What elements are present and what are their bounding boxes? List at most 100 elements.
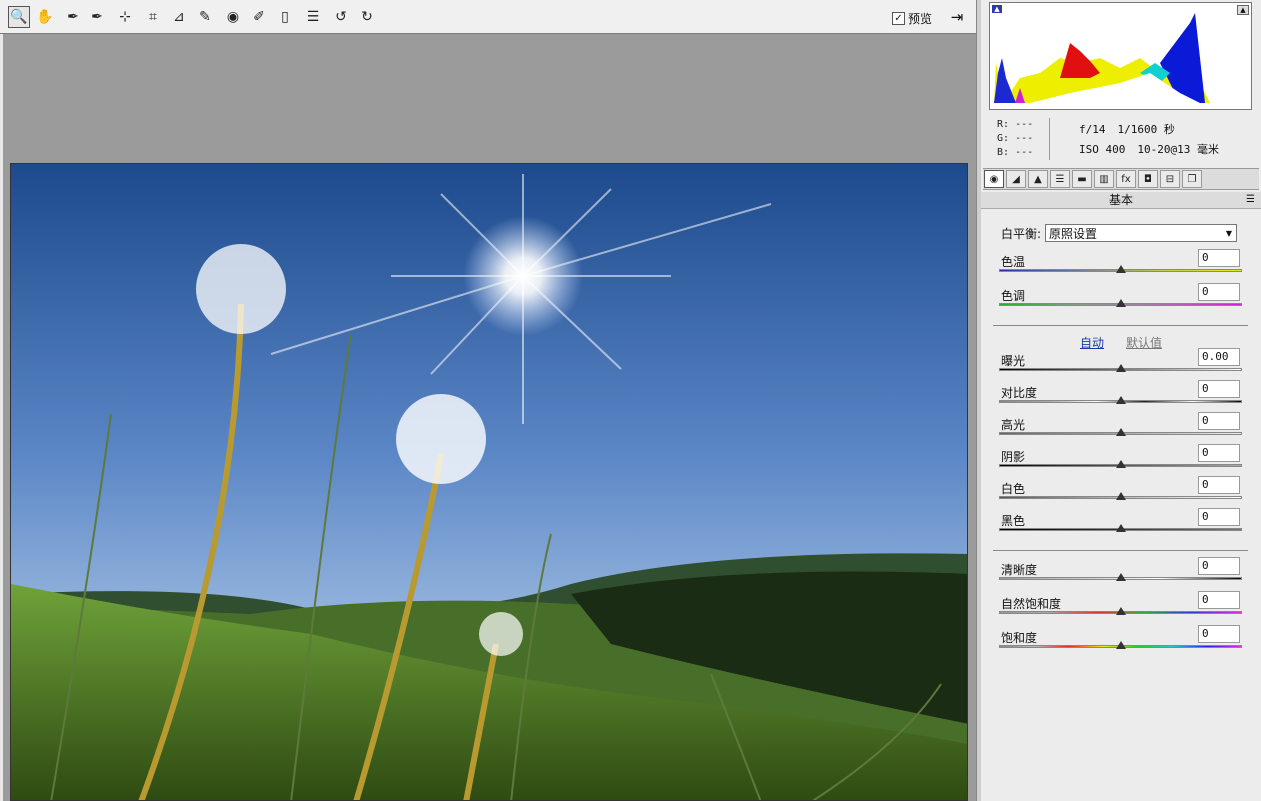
temperature-value-field[interactable]: 0	[1198, 249, 1240, 267]
preferences-icon: ☰	[306, 9, 320, 25]
whites-slider-thumb[interactable]	[1115, 492, 1126, 500]
saturation-label: 饱和度	[1001, 631, 1038, 645]
saturation-value-field[interactable]: 0	[1198, 625, 1240, 643]
panel-tab-7[interactable]: fx	[1116, 170, 1136, 188]
saturation-slider-thumb[interactable]	[1115, 641, 1126, 649]
hand-icon: ✋	[36, 9, 54, 25]
section-header: 基本 ☰	[981, 192, 1261, 209]
histogram: ▲ ▲	[989, 2, 1252, 110]
highlights-label: 高光	[1001, 418, 1026, 432]
whites-value-field[interactable]: 0	[1198, 476, 1240, 494]
straighten-tool[interactable]: ⊿	[168, 7, 190, 27]
exposure-label: 曝光	[1001, 354, 1026, 368]
targeted-adjustment-icon: ⊹	[119, 9, 131, 25]
temperature-slider-thumb[interactable]	[1115, 265, 1126, 273]
panel-tab-5[interactable]: ▬	[1072, 170, 1092, 188]
focal-length: 10-20@13 毫米	[1137, 143, 1219, 156]
shadows-label: 阴影	[1001, 450, 1026, 464]
highlights-value-field[interactable]: 0	[1198, 412, 1240, 430]
checkbox-box[interactable]: ✓	[892, 12, 905, 25]
vibrance-value-field[interactable]: 0	[1198, 591, 1240, 609]
spot-removal-icon: ✎	[199, 9, 211, 25]
tint-slider-thumb[interactable]	[1115, 299, 1126, 307]
meta-separator	[1049, 118, 1050, 160]
color-sampler-icon: ✒	[91, 9, 103, 25]
panel-tab-1[interactable]: ◉	[984, 170, 1004, 188]
histogram-graph	[994, 13, 1245, 103]
adjustments-panel: ▲ ▲ R: --- G: --- B: --- f/14 1/1600 秒 IS…	[981, 0, 1261, 801]
adjustment-brush-icon: ✐	[253, 9, 265, 25]
preferences-tool[interactable]: ☰	[302, 7, 324, 27]
section-title: 基本	[1108, 193, 1133, 207]
white-balance-label: 白平衡:	[1001, 226, 1042, 241]
graduated-filter-icon: ▯	[281, 9, 289, 25]
contrast-slider-thumb[interactable]	[1115, 396, 1126, 404]
shutter: 1/1600 秒	[1117, 123, 1175, 136]
vibrance-label: 自然饱和度	[1001, 597, 1062, 611]
vibrance-slider-thumb[interactable]	[1115, 607, 1126, 615]
toolbar: 🔍 ✋ ✒ ✒ ⊹ ⌗ ⊿ ✎ ◉ ✐ ▯ ☰ ↺ ↻	[0, 0, 976, 34]
panel-tab-6[interactable]: ▥	[1094, 170, 1114, 188]
exposure-value-field[interactable]: 0.00	[1198, 348, 1240, 366]
zoom-icon: 🔍	[10, 9, 28, 25]
clarity-slider-thumb[interactable]	[1115, 573, 1126, 581]
preview-checkbox[interactable]: ✓ 预览	[892, 10, 932, 27]
highlight-clipping-icon[interactable]: ▲	[1237, 5, 1249, 15]
panel-tab-4[interactable]: ☰	[1050, 170, 1070, 188]
default-link[interactable]: 默认值	[1126, 334, 1162, 351]
dropdown-arrow-icon: ▼	[1225, 228, 1233, 238]
graduated-filter-tool[interactable]: ▯	[274, 7, 296, 27]
exit-icon: ⇥	[950, 8, 964, 26]
panel-tabs: ◉ ◢ ▲ ☰ ▬ ▥ fx ◘ ⊟ ❐	[983, 168, 1259, 190]
highlights-slider-thumb[interactable]	[1115, 428, 1126, 436]
tint-value-field[interactable]: 0	[1198, 283, 1240, 301]
open-image-button[interactable]: ⇥	[946, 7, 968, 27]
saturation-slider-row: 饱和度 0	[981, 625, 1261, 661]
rgb-readout: R: --- G: --- B: ---	[997, 119, 1034, 158]
blacks-value-field[interactable]: 0	[1198, 508, 1240, 526]
shadows-slider-thumb[interactable]	[1115, 460, 1126, 468]
rotate-left-icon: ↺	[335, 9, 347, 25]
red-eye-tool[interactable]: ◉	[222, 7, 244, 27]
adjustment-brush-tool[interactable]: ✐	[248, 7, 270, 27]
photo-image	[11, 164, 967, 800]
contrast-value-field[interactable]: 0	[1198, 380, 1240, 398]
crop-icon: ⌗	[149, 9, 157, 25]
blacks-label: 黑色	[1001, 514, 1026, 528]
panel-tab-10[interactable]: ❐	[1182, 170, 1202, 188]
shadows-value-field[interactable]: 0	[1198, 444, 1240, 462]
panel-tab-9[interactable]: ⊟	[1160, 170, 1180, 188]
spot-removal-tool[interactable]: ✎	[194, 7, 216, 27]
auto-link[interactable]: 自动	[1080, 334, 1104, 351]
color-sampler-tool[interactable]: ✒	[86, 7, 108, 27]
panel-tab-3[interactable]: ▲	[1028, 170, 1048, 188]
iso: ISO 400	[1079, 143, 1126, 156]
white-balance-select[interactable]: 原照设置 ▼	[1045, 224, 1238, 242]
blacks-slider-thumb[interactable]	[1115, 524, 1126, 532]
panel-tab-8[interactable]: ◘	[1138, 170, 1158, 188]
rotate-right-tool[interactable]: ↻	[356, 7, 378, 27]
white-balance-row: 白平衡: 原照设置 ▼	[1001, 224, 1238, 242]
zoom-tool[interactable]: 🔍	[8, 6, 30, 28]
contrast-label: 对比度	[1001, 386, 1038, 400]
temperature-slider-row: 色温 0	[981, 249, 1261, 285]
whites-label: 白色	[1001, 482, 1026, 496]
white-balance-icon: ✒	[67, 9, 79, 25]
crop-tool[interactable]: ⌗	[142, 7, 164, 27]
targeted-adjustment-tool[interactable]: ⊹	[114, 7, 136, 27]
rotate-left-tool[interactable]: ↺	[330, 7, 352, 27]
white-balance-tool[interactable]: ✒	[62, 7, 84, 27]
temperature-label: 色温	[1001, 255, 1026, 269]
section-menu-icon[interactable]: ☰	[1246, 192, 1255, 208]
preview-label: 预览	[908, 12, 933, 26]
clarity-value-field[interactable]: 0	[1198, 557, 1240, 575]
divider	[993, 325, 1248, 326]
shadow-clipping-icon[interactable]: ▲	[992, 5, 1002, 13]
rotate-right-icon: ↻	[361, 9, 373, 25]
hand-tool[interactable]: ✋	[34, 7, 56, 27]
exposure-slider-thumb[interactable]	[1115, 364, 1126, 372]
panel-tab-2[interactable]: ◢	[1006, 170, 1026, 188]
blacks-slider-row: 黑色 0	[981, 508, 1261, 544]
photo-preview[interactable]	[10, 163, 968, 801]
red-eye-icon: ◉	[226, 9, 240, 25]
